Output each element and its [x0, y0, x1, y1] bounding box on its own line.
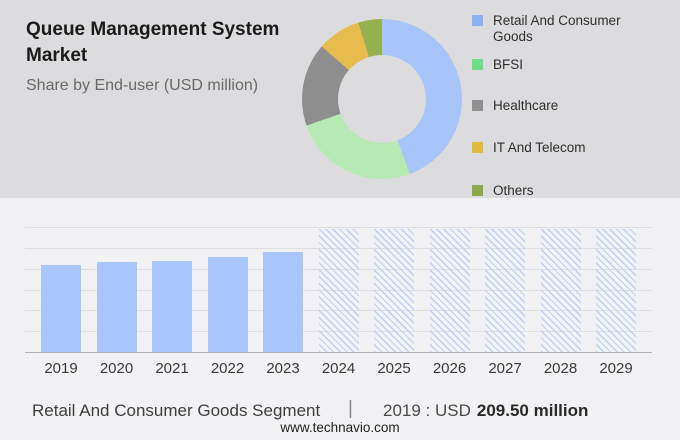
- forecast-hatch-2026: [429, 229, 470, 352]
- legend-swatch-icon: [472, 100, 483, 111]
- website-link: www.technavio.com: [280, 420, 400, 435]
- page-title: Queue Management System Market: [26, 19, 280, 66]
- legend-item: Retail And Consumer Goods: [472, 13, 668, 45]
- x-axis-label: 2025: [377, 360, 411, 377]
- x-axis-label: 2029: [599, 360, 633, 377]
- forecast-hatch-2029: [596, 229, 636, 352]
- x-axis-line: [25, 352, 652, 353]
- x-axis-label: 2020: [99, 360, 134, 377]
- footer-stat: 2019 : USD 209.50 million: [383, 401, 588, 421]
- x-axis-label: 2027: [488, 360, 522, 377]
- legend-item: Others: [472, 183, 668, 199]
- x-axis-label: 2019: [44, 360, 78, 377]
- bar-2022: [207, 257, 248, 352]
- donut-chart: [302, 19, 462, 179]
- legend-label: Retail And Consumer Goods: [493, 13, 621, 44]
- forecast-hatch-2025: [374, 229, 414, 352]
- legend-item: BFSI: [472, 57, 668, 73]
- x-axis-label: 2024: [321, 360, 356, 377]
- forecast-hatch-2024: [318, 229, 359, 352]
- bar-chart-section: 2019 2020 2021 2022 2023 2024 2025 2026 2027 2028…: [0, 198, 680, 440]
- stat-value: 209.50 million: [476, 401, 589, 420]
- x-axis-label: 2028: [543, 360, 578, 377]
- page-subtitle: Share by End-user (USD million): [26, 77, 259, 94]
- gridline: [25, 227, 652, 228]
- legend-swatch-icon: [472, 142, 483, 153]
- legend-swatch-icon: [472, 185, 483, 196]
- forecast-hatch-2027: [485, 229, 525, 352]
- legend-item: Healthcare: [472, 98, 668, 114]
- legend-label: Others: [493, 183, 534, 198]
- bar-2019: [41, 264, 81, 352]
- legend-label: Healthcare: [493, 98, 559, 113]
- legend-swatch-icon: [472, 59, 483, 70]
- legend-label: BFSI: [493, 57, 524, 72]
- legend-item: IT And Telecom: [472, 140, 668, 156]
- bar-2021: [152, 260, 192, 352]
- segment-label: Retail And Consumer Goods Segment: [32, 401, 321, 420]
- stat-prefix: 2019 : USD: [383, 401, 471, 420]
- donut-section: Queue Management System Market Share by …: [0, 0, 680, 198]
- bar-2023: [263, 252, 303, 352]
- bar-2020: [96, 262, 137, 352]
- footer-separator: |: [348, 398, 353, 419]
- x-axis-label: 2023: [266, 360, 300, 377]
- donut-hole: [338, 55, 426, 143]
- x-axis-label: 2022: [210, 360, 245, 377]
- legend-label: IT And Telecom: [493, 140, 586, 155]
- legend-swatch-icon: [472, 15, 483, 26]
- x-axis-label: 2026: [432, 360, 467, 377]
- forecast-hatch-2028: [540, 229, 581, 352]
- chart-legend: Retail And Consumer Goods BFSI Healthcare I…: [472, 13, 668, 198]
- x-axis-label: 2021: [155, 360, 189, 377]
- bar-chart-plot: 2019 2020 2021 2022 2023 2024 2025 2026 2027 2028…: [25, 227, 652, 377]
- infographic: Queue Management System Market Share by …: [0, 0, 680, 440]
